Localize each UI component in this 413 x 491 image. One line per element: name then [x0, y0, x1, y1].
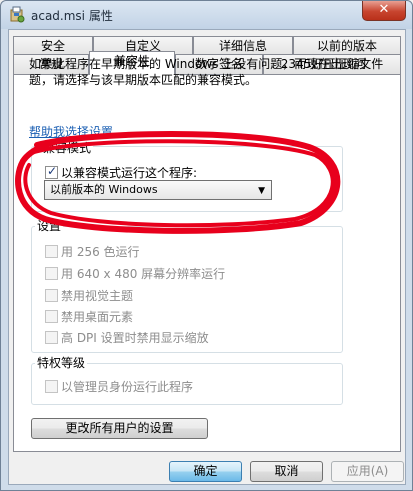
close-icon: ✕ [378, 2, 390, 17]
installer-package-icon [10, 6, 25, 23]
run-as-admin-checkbox[interactable] [45, 380, 58, 393]
setting-disable-dpi-scaling[interactable]: 高 DPI 设置时禁用显示缩放 [45, 329, 209, 346]
setting-label: 禁用桌面元素 [61, 310, 134, 324]
tab-label: 详细信息 [218, 39, 267, 53]
properties-window: acad.msi 属性 ✕ 安全 自定义 详细信息 以前的版本 常规 兼容性 数… [0, 0, 413, 491]
intro-text: 如果此程序在早期版本的 Windows 上没有问题，而现在出现问题，请选择与该早… [29, 57, 367, 87]
ok-button[interactable]: 确定 [169, 461, 242, 482]
checkbox-disable-desktop-composition[interactable] [45, 310, 58, 323]
setting-label: 禁用视觉主题 [61, 289, 134, 303]
checkbox-640x480[interactable] [45, 267, 58, 280]
change-all-users-button[interactable]: 更改所有用户的设置 [31, 418, 208, 439]
privilege-group-label: 特权等级 [35, 354, 88, 371]
setting-640x480[interactable]: 用 640 x 480 屏幕分辨率运行 [45, 265, 225, 282]
window-title: acad.msi 属性 [31, 9, 113, 23]
tab-label: 安全 [40, 39, 65, 53]
run-as-admin-label: 以管理员身份运行此程序 [61, 380, 194, 394]
setting-disable-desktop-composition[interactable]: 禁用桌面元素 [45, 308, 133, 325]
windows-version-selected: 以前版本的 Windows [50, 183, 158, 196]
help-choose-settings-link[interactable]: 帮助我选择设置 [29, 123, 113, 140]
compat-mode-checkbox-label: 以兼容模式运行这个程序: [61, 166, 198, 180]
setting-256-colors[interactable]: 用 256 色运行 [45, 243, 140, 260]
title-bar[interactable]: acad.msi 属性 ✕ [1, 1, 412, 29]
setting-label: 用 256 色运行 [61, 245, 140, 259]
checkbox-256-colors[interactable] [45, 245, 58, 258]
checkbox-disable-visual-themes[interactable] [45, 289, 58, 302]
compat-mode-checkbox[interactable] [45, 164, 58, 179]
tab-previous-versions[interactable]: 以前的版本 [293, 36, 401, 56]
apply-button[interactable]: 应用(A) [331, 461, 404, 482]
windows-version-select[interactable]: 以前版本的 Windows ▼ [44, 180, 272, 200]
compat-mode-checkbox-row[interactable]: 以兼容模式运行这个程序: [45, 164, 197, 181]
cancel-button[interactable]: 取消 [250, 461, 323, 482]
setting-label: 用 640 x 480 屏幕分辨率运行 [61, 267, 226, 281]
close-button[interactable]: ✕ [362, 1, 406, 21]
run-as-admin-row[interactable]: 以管理员身份运行此程序 [45, 378, 193, 395]
setting-disable-visual-themes[interactable]: 禁用视觉主题 [45, 287, 133, 304]
chevron-down-icon: ▼ [258, 186, 265, 196]
settings-group-label: 设置 [35, 217, 64, 234]
checkbox-disable-dpi-scaling[interactable] [45, 331, 58, 344]
tab-label: 以前的版本 [316, 39, 377, 53]
setting-label: 高 DPI 设置时禁用显示缩放 [61, 331, 209, 345]
compat-mode-group-label: 兼容模式 [41, 139, 94, 156]
tab-security[interactable]: 安全 [13, 36, 93, 56]
tab-details[interactable]: 详细信息 [193, 36, 293, 56]
